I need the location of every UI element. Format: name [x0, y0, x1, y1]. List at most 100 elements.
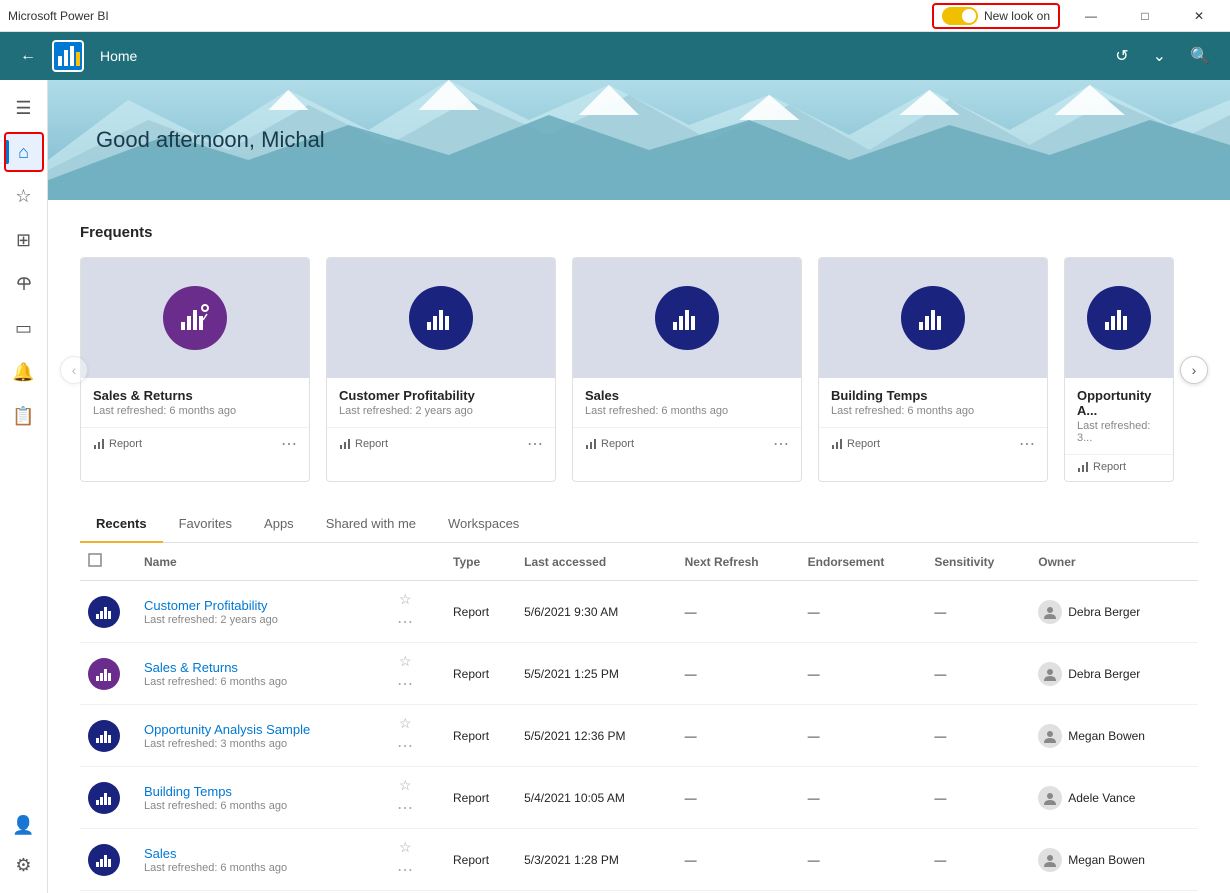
row-star-1[interactable]: ☆ — [393, 651, 418, 672]
row-actions-cell-4: ☆ ⋯ — [385, 829, 445, 891]
row-more-4[interactable]: ⋯ — [393, 858, 417, 882]
row-owner-2: Megan Bowen — [1030, 705, 1198, 767]
sidebar-item-alerts[interactable]: 🔔 — [4, 352, 44, 392]
row-name-2[interactable]: Opportunity Analysis Sample — [144, 722, 310, 737]
close-button[interactable]: ✕ — [1176, 0, 1222, 32]
row-more-2[interactable]: ⋯ — [393, 734, 417, 758]
frequent-card-3[interactable]: Building Temps Last refreshed: 6 months … — [818, 257, 1048, 482]
row-star-0[interactable]: ☆ — [393, 589, 418, 610]
row-actions-cell-0: ☆ ⋯ — [385, 581, 445, 643]
row-avatar-3 — [1038, 786, 1062, 810]
frequent-card-4-partial[interactable]: Opportunity A... Last refreshed: 3... Re… — [1064, 257, 1174, 482]
star-icon: ☆ — [15, 186, 31, 207]
row-star-3[interactable]: ☆ — [393, 775, 418, 796]
row-name-cell-3: Building Temps Last refreshed: 6 months … — [136, 767, 385, 829]
row-type-4: Report — [445, 829, 516, 891]
tab-shared[interactable]: Shared with me — [310, 506, 432, 543]
row-sub-1: Last refreshed: 6 months ago — [144, 676, 287, 688]
frequent-card-2[interactable]: Sales Last refreshed: 6 months ago Repor… — [572, 257, 802, 482]
tab-favorites[interactable]: Favorites — [163, 506, 248, 543]
col-icon-header — [80, 543, 136, 581]
row-star-4[interactable]: ☆ — [393, 837, 418, 858]
row-avatar-2 — [1038, 724, 1062, 748]
frequent-card-0[interactable]: Sales & Returns Last refreshed: 6 months… — [80, 257, 310, 482]
row-sub-0: Last refreshed: 2 years ago — [144, 614, 278, 626]
sidebar-item-account[interactable]: 👤 — [4, 805, 44, 845]
minimize-button[interactable]: — — [1068, 0, 1114, 32]
nav-chevron-button[interactable]: ⌄ — [1145, 42, 1174, 70]
tab-apps[interactable]: Apps — [248, 506, 310, 543]
sidebar-item-monitor[interactable]: ▭ — [4, 308, 44, 348]
account-icon: 👤 — [12, 815, 34, 836]
new-look-label: New look on — [984, 9, 1050, 23]
col-endorsement-header: Endorsement — [800, 543, 927, 581]
sidebar-item-create[interactable]: ⊞ — [4, 220, 44, 260]
recents-table: Name Type Last accessed Next Refresh End… — [80, 543, 1198, 891]
row-icon-2 — [88, 720, 120, 752]
row-type-2: Report — [445, 705, 516, 767]
row-name-3[interactable]: Building Temps — [144, 784, 287, 799]
card-footer-1: Report ⋯ — [327, 427, 555, 462]
refresh-button[interactable]: ↺ — [1107, 42, 1136, 70]
row-more-3[interactable]: ⋯ — [393, 796, 417, 820]
card-type-2: Report — [585, 438, 634, 450]
row-star-2[interactable]: ☆ — [393, 713, 418, 734]
tab-recents[interactable]: Recents — [80, 506, 163, 543]
row-more-0[interactable]: ⋯ — [393, 610, 417, 634]
title-bar: Microsoft Power BI New look on — □ ✕ — [0, 0, 1230, 32]
row-owner-3: Adele Vance — [1030, 767, 1198, 829]
row-icon-cell-4 — [80, 829, 136, 891]
card-more-3[interactable]: ⋯ — [1019, 434, 1035, 454]
row-name-4[interactable]: Sales — [144, 846, 287, 861]
nav-bar: ← Home ↺ ⌄ 🔍 — [0, 32, 1230, 80]
card-footer-4: Report — [1065, 454, 1173, 481]
card-more-0[interactable]: ⋯ — [281, 434, 297, 454]
frequent-cards-row: Sales & Returns Last refreshed: 6 months… — [80, 257, 1198, 482]
hero-greeting: Good afternoon, Michal — [96, 127, 325, 153]
row-icon-cell-0 — [80, 581, 136, 643]
card-more-1[interactable]: ⋯ — [527, 434, 543, 454]
cards-prev-arrow[interactable]: ‹ — [60, 356, 88, 384]
row-sensitivity-3: — — [926, 767, 1030, 829]
card-footer-0: Report ⋯ — [81, 427, 309, 462]
back-button[interactable]: ← — [12, 43, 44, 69]
app-logo — [52, 40, 84, 72]
row-owner-name-4: Megan Bowen — [1068, 853, 1145, 867]
card-more-2[interactable]: ⋯ — [773, 434, 789, 454]
new-look-badge[interactable]: New look on — [932, 3, 1060, 29]
row-icon-4 — [88, 844, 120, 876]
row-sensitivity-4: — — [926, 829, 1030, 891]
row-icon-cell-1 — [80, 643, 136, 705]
sidebar-item-discover[interactable] — [4, 264, 44, 304]
tabs-section: Recents Favorites Apps Shared with me Wo… — [48, 506, 1230, 543]
row-more-1[interactable]: ⋯ — [393, 672, 417, 696]
frequents-section: Frequents Sales & Returns Last refreshed… — [48, 200, 1230, 506]
sidebar-item-hamburger[interactable]: ☰ — [4, 88, 44, 128]
col-sensitivity-header: Sensitivity — [926, 543, 1030, 581]
sidebar-item-workbooks[interactable]: 📋 — [4, 396, 44, 436]
sidebar-item-favorites[interactable]: ☆ — [4, 176, 44, 216]
frequent-card-1[interactable]: Customer Profitability Last refreshed: 2… — [326, 257, 556, 482]
tab-workspaces[interactable]: Workspaces — [432, 506, 535, 543]
card-type-4: Report — [1077, 461, 1126, 473]
new-look-toggle[interactable] — [942, 7, 978, 25]
sidebar-item-settings[interactable]: ⚙ — [4, 845, 44, 885]
row-type-0: Report — [445, 581, 516, 643]
cards-next-arrow[interactable]: › — [1180, 356, 1208, 384]
row-accessed-0: 5/6/2021 9:30 AM — [516, 581, 676, 643]
search-button[interactable]: 🔍 — [1182, 42, 1218, 70]
row-name-0[interactable]: Customer Profitability — [144, 598, 278, 613]
card-body-3: Building Temps Last refreshed: 6 months … — [819, 378, 1047, 427]
monitor-icon: ▭ — [15, 318, 32, 339]
card-thumb-2 — [573, 258, 801, 378]
row-name-1[interactable]: Sales & Returns — [144, 660, 287, 675]
card-body-2: Sales Last refreshed: 6 months ago — [573, 378, 801, 427]
col-owner-header: Owner — [1030, 543, 1198, 581]
sidebar-item-home[interactable]: ⌂ — [4, 132, 44, 172]
card-name-2: Sales — [585, 388, 789, 403]
maximize-button[interactable]: □ — [1122, 0, 1168, 32]
row-icon-1 — [88, 658, 120, 690]
row-refresh-1: — — [677, 643, 800, 705]
row-avatar-4 — [1038, 848, 1062, 872]
row-actions-cell-2: ☆ ⋯ — [385, 705, 445, 767]
